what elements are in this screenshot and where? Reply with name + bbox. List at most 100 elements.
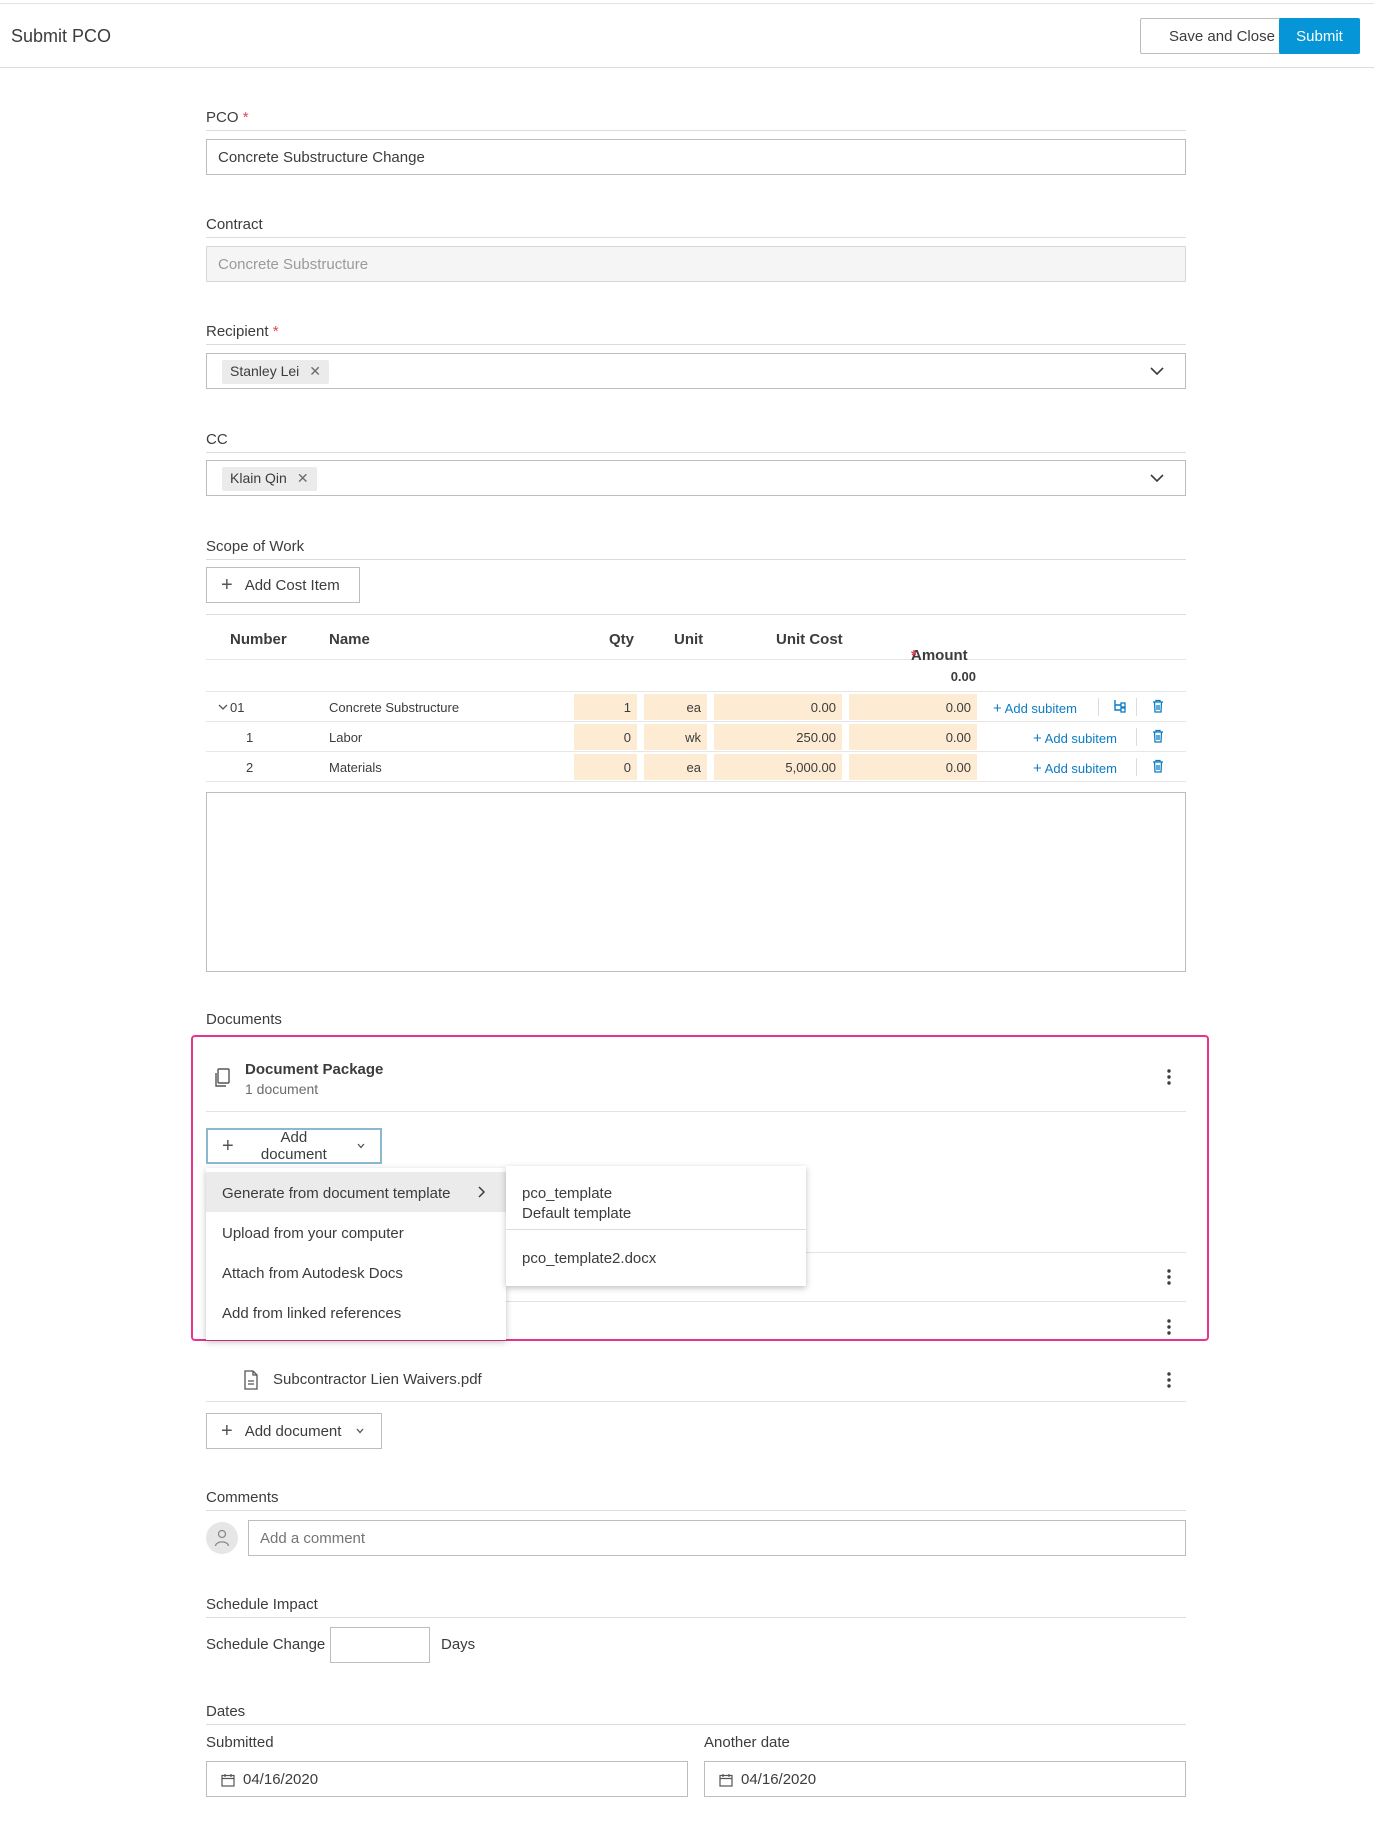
cc-label: CC (206, 431, 1186, 453)
unit-cell[interactable]: wk (644, 724, 707, 750)
menu-item-generate-template[interactable]: Generate from document template (206, 1172, 506, 1212)
unit-cost-cell[interactable]: 250.00 (714, 724, 842, 750)
another-date-value: 04/16/2020 (741, 1771, 817, 1788)
schedule-change-label: Schedule Change (206, 1636, 326, 1653)
required-mark: * (242, 109, 249, 126)
submenu-item-pco-template[interactable]: pco_template Default template (506, 1166, 806, 1229)
menu-item-linked-references[interactable]: Add from linked references (206, 1292, 506, 1332)
calendar-icon (719, 1774, 733, 1787)
more-vertical-icon[interactable] (1166, 1268, 1172, 1286)
unit-cost-cell[interactable]: 0.00 (714, 694, 842, 720)
add-document-button[interactable]: + Add document (206, 1128, 382, 1164)
plus-icon: + (1033, 730, 1042, 747)
plus-icon: + (993, 700, 1002, 717)
trash-icon[interactable] (1150, 728, 1166, 744)
another-date-label: Another date (704, 1734, 790, 1751)
add-subitem-button[interactable]: + Add subitem (993, 700, 1077, 717)
page-header: Submit PCO Save and Close Submit (0, 4, 1374, 68)
chevron-down-icon[interactable] (1149, 470, 1165, 486)
add-document-button-secondary[interactable]: + Add document (206, 1413, 382, 1449)
add-subitem-button[interactable]: + Add subitem (1033, 760, 1117, 777)
qty-cell[interactable]: 0 (574, 754, 637, 780)
row-name: Labor (329, 730, 363, 745)
schedule-change-input[interactable] (330, 1627, 430, 1663)
file-icon (244, 1370, 258, 1390)
more-vertical-icon[interactable] (1166, 1318, 1172, 1336)
recipient-chip: Stanley Lei ✕ (222, 360, 330, 384)
chevron-down-icon[interactable] (1149, 363, 1165, 379)
divider (206, 1111, 1186, 1112)
col-unit: Unit (674, 631, 704, 648)
avatar (206, 1522, 238, 1554)
row-name: Concrete Substructure (329, 700, 460, 715)
row-name: Materials (329, 760, 382, 775)
qty-cell[interactable]: 0 (574, 724, 637, 750)
trash-icon[interactable] (1150, 758, 1166, 774)
total-row: 0.00 (206, 660, 1186, 692)
trash-icon[interactable] (1150, 698, 1166, 714)
amount-cell[interactable]: 0.00 (849, 724, 977, 750)
scope-label: Scope of Work (206, 538, 1186, 560)
submit-button[interactable]: Submit (1279, 18, 1360, 54)
unit-cell[interactable]: ea (644, 694, 707, 720)
template-subtitle: Default template (522, 1205, 632, 1222)
add-cost-item-button[interactable]: + Add Cost Item (206, 567, 360, 603)
template-name: pco_template (522, 1185, 613, 1202)
add-document-label: Add document (260, 1129, 327, 1163)
documents-label: Documents (206, 1011, 282, 1028)
document-package-title: Document Package (245, 1061, 384, 1078)
calendar-icon (221, 1774, 235, 1787)
add-subitem-label: Add subitem (1044, 731, 1117, 746)
cost-table-header: Number Name Qty Unit Unit Cost Amount * (206, 614, 1186, 664)
divider (1136, 758, 1137, 776)
document-package-icon (215, 1068, 230, 1087)
submenu-item-pco-template2[interactable]: pco_template2.docx (506, 1230, 806, 1286)
plus-icon: + (221, 573, 233, 596)
submitted-date-input[interactable]: 04/16/2020 (206, 1761, 688, 1797)
chevron-down-icon (356, 1428, 364, 1434)
menu-item-attach-autodesk-docs[interactable]: Attach from Autodesk Docs (206, 1252, 506, 1292)
remove-chip-icon[interactable]: ✕ (297, 470, 309, 486)
cc-chip-label: Klain Qin (230, 470, 287, 486)
pco-label-text: PCO (206, 109, 239, 126)
plus-icon: + (222, 1134, 234, 1157)
row-number: 1 (246, 730, 254, 745)
contract-label: Contract (206, 216, 1186, 238)
row-number: 2 (246, 760, 254, 775)
schedule-impact-label: Schedule Impact (206, 1596, 1186, 1618)
contract-input: Concrete Substructure (206, 246, 1186, 282)
add-document-menu: Generate from document template Upload f… (206, 1168, 506, 1340)
unit-cell[interactable]: ea (644, 754, 707, 780)
add-subitem-button[interactable]: + Add subitem (1033, 730, 1117, 747)
comment-input[interactable] (248, 1520, 1186, 1556)
file-name: Subcontractor Lien Waivers.pdf (273, 1371, 482, 1388)
document-file-row[interactable]: Subcontractor Lien Waivers.pdf (206, 1358, 1186, 1402)
recipient-select[interactable]: Stanley Lei ✕ (206, 353, 1186, 389)
add-subitem-label: Add subitem (1004, 701, 1077, 716)
dates-label: Dates (206, 1703, 1186, 1725)
user-icon (214, 1529, 230, 1547)
recipient-label-text: Recipient (206, 323, 269, 340)
divider (1136, 698, 1137, 716)
qty-cell[interactable]: 1 (574, 694, 637, 720)
chevron-right-icon (478, 1186, 486, 1198)
recipient-label: Recipient * (206, 323, 1186, 345)
unit-cost-cell[interactable]: 5,000.00 (714, 754, 842, 780)
cc-select[interactable]: Klain Qin ✕ (206, 460, 1186, 496)
add-subitem-label: Add subitem (1044, 761, 1117, 776)
more-vertical-icon[interactable] (1166, 1068, 1172, 1086)
chevron-down-icon[interactable] (218, 703, 228, 711)
more-vertical-icon[interactable] (1166, 1371, 1172, 1389)
menu-item-upload-computer[interactable]: Upload from your computer (206, 1212, 506, 1252)
hierarchy-icon[interactable] (1112, 698, 1128, 714)
another-date-input[interactable]: 04/16/2020 (704, 1761, 1186, 1797)
scope-description-textarea[interactable] (206, 792, 1186, 972)
required-mark: * (272, 323, 279, 340)
menu-item-label: Generate from document template (222, 1185, 451, 1202)
amount-cell[interactable]: 0.00 (849, 754, 977, 780)
amount-cell[interactable]: 0.00 (849, 694, 977, 720)
remove-chip-icon[interactable]: ✕ (309, 363, 321, 379)
pco-input[interactable]: Concrete Substructure Change (206, 139, 1186, 175)
col-qty: Qty (609, 631, 635, 648)
document-package-count: 1 document (245, 1081, 319, 1097)
